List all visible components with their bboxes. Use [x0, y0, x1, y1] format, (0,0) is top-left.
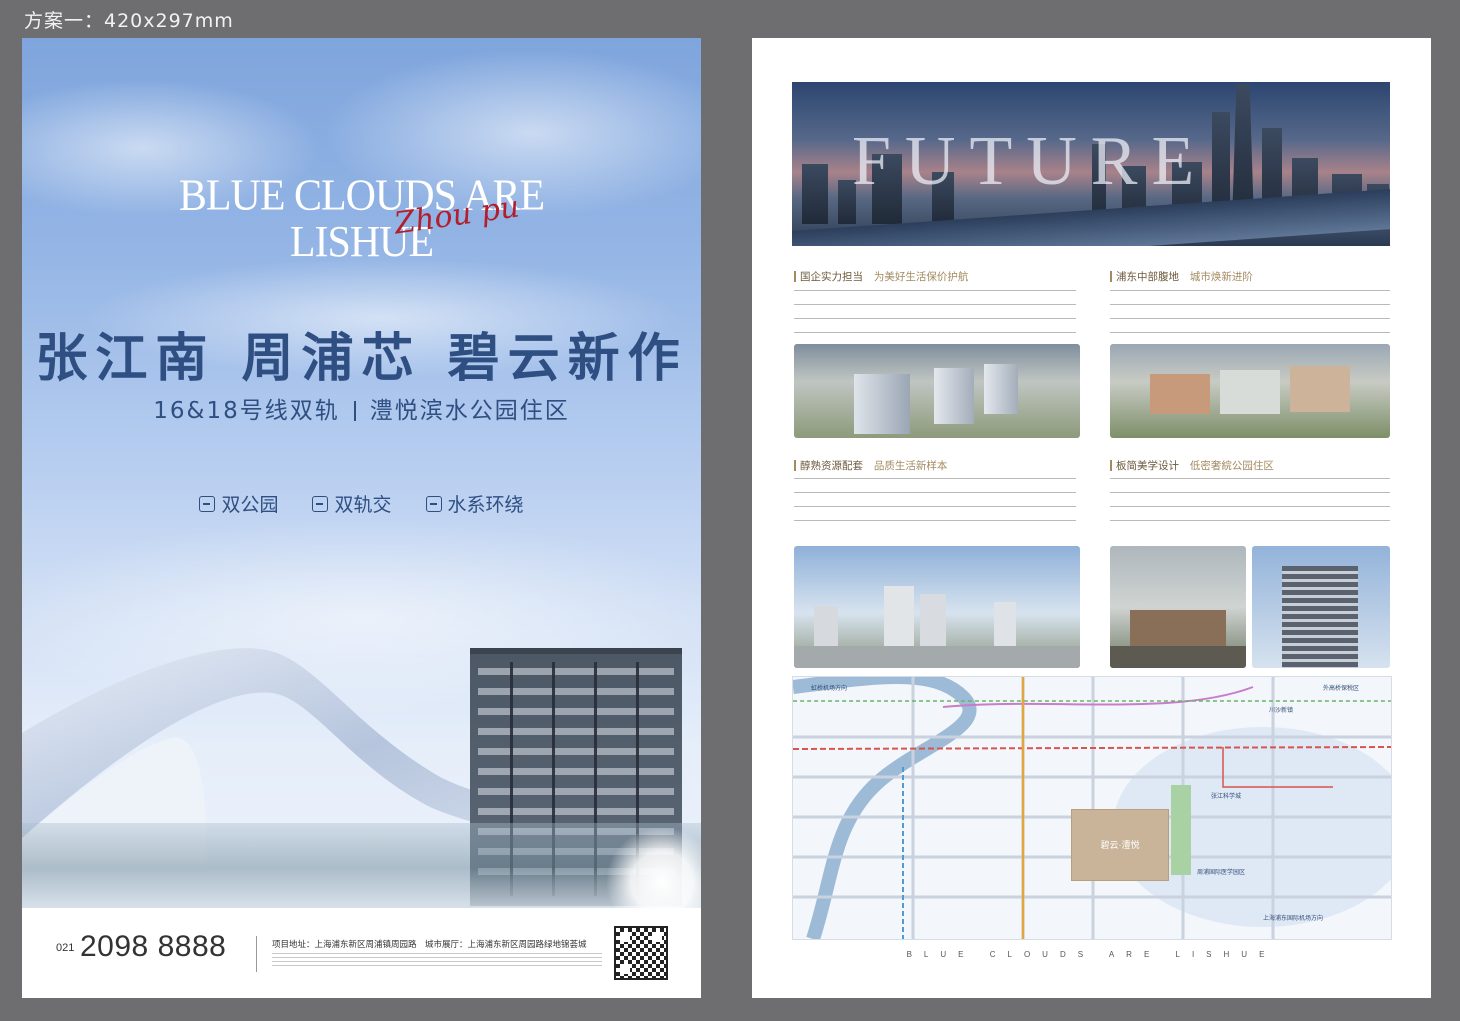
location-map: 碧云·澧悦 张江科学城 周浦国际医学园区 上海浦东国际机场方向 虹桥机场方向 川… — [792, 676, 1392, 940]
metro-icon — [312, 495, 329, 512]
footer-slogan: BLUE CLOUDS ARE LISHUE — [906, 950, 1277, 959]
city-skyline-banner: FUTURE — [792, 82, 1390, 246]
tower-render — [1252, 546, 1390, 668]
commercial-street-render — [794, 546, 1080, 668]
disclaimer-text — [272, 953, 602, 969]
left-poster: BLUE CLOUDS ARE LISHUE Zhou pu 张江南 周浦芯 碧… — [22, 38, 701, 998]
contact-footer: 021 2098 8888 项目地址：上海浦东新区周浦镇周园路 城市展厅：上海浦… — [22, 908, 701, 998]
feature-label: 双轨交 — [334, 494, 392, 516]
entrance-render — [1110, 546, 1246, 668]
chinese-headline: 张江南 周浦芯 碧云新作 — [35, 329, 688, 389]
section-4-heading: 板简美学设计 低密奢綄公园住区 — [1110, 458, 1274, 473]
map-lines — [793, 677, 1391, 939]
section-1-heading: 国企实力担当 为美好生活保价护航 — [794, 269, 968, 284]
feature-metro: 双轨交 — [312, 490, 392, 517]
subtitle-park: 澧悦滨水公园住区 — [369, 398, 570, 424]
section-4-text — [1110, 478, 1390, 534]
map-label: 上海浦东国际机场方向 — [1263, 916, 1324, 922]
map-label: 虹桥机场方向 — [811, 686, 848, 692]
project-location: 碧云·澧悦 — [1071, 809, 1169, 881]
feature-label: 双公园 — [221, 494, 279, 516]
subtitle-metro: 16&18号线双轨 — [153, 398, 340, 424]
phone-prefix: 021 — [56, 942, 75, 954]
chinese-subtitle: 16&18号线双轨 澧悦滨水公园住区 — [22, 391, 701, 425]
section-1-text — [794, 290, 1076, 334]
park-icon — [199, 495, 216, 512]
qr-code — [614, 926, 668, 980]
map-label: 外高桥保税区 — [1323, 686, 1360, 692]
english-title: BLUE CLOUDS ARE LISHUE — [22, 174, 701, 264]
canvas-title: 方案一：420x297mm — [24, 10, 234, 32]
map-label: 周浦国际医学园区 — [1197, 870, 1246, 876]
office-park-render — [794, 344, 1080, 438]
section-2-heading: 浦东中部腹地 城市焕新进阶 — [1110, 269, 1253, 284]
feature-label: 水系环绕 — [447, 494, 524, 516]
water-icon — [425, 495, 442, 512]
banner-title: FUTURE — [852, 123, 1209, 200]
section-2-text — [1110, 290, 1390, 346]
english-title-line2: LISHUE — [289, 217, 434, 267]
feature-list: 双公园 双轨交 水系环绕 — [22, 490, 701, 517]
map-label: 川沙新镇 — [1269, 708, 1294, 714]
campus-render — [1110, 344, 1390, 438]
cloud-splash — [607, 828, 701, 918]
map-label: 张江科学城 — [1211, 794, 1242, 800]
feature-water: 水系环绕 — [425, 490, 524, 517]
right-poster: FUTURE 国企实力担当 为美好生活保价护航 浦东中部腹地 城市焕新进阶 醇熟… — [752, 38, 1431, 998]
footer-divider — [256, 936, 257, 972]
subtitle-divider — [353, 401, 356, 421]
section-3-heading: 醇熟资源配套 品质生活新样本 — [794, 458, 947, 473]
phone-number: 2098 8888 — [80, 930, 227, 963]
feature-parks: 双公园 — [199, 490, 278, 517]
section-3-text — [794, 478, 1076, 534]
project-address: 项目地址：上海浦东新区周浦镇周园路 城市展厅：上海浦东新区周园路绿地锦荟城 — [272, 939, 587, 949]
